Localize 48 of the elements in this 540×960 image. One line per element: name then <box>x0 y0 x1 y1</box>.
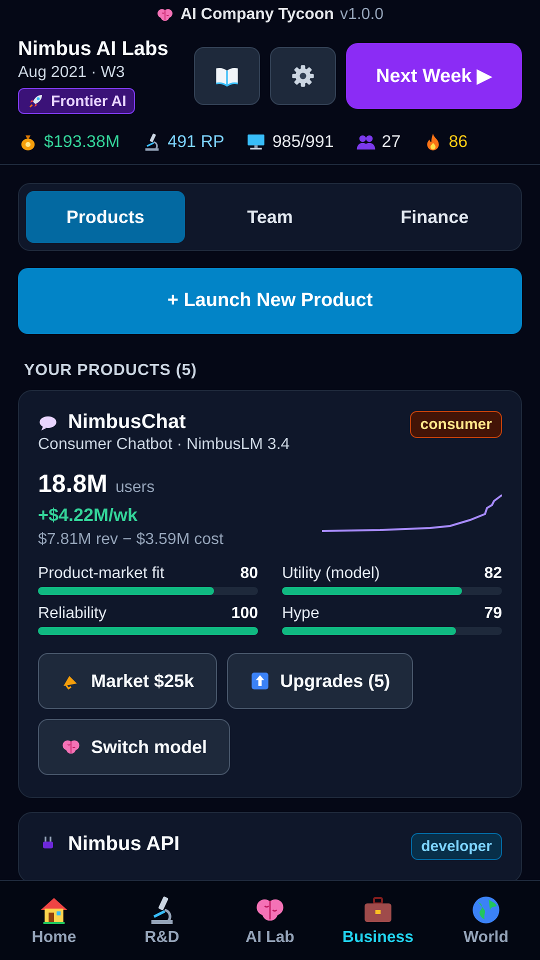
metric-value: 80 <box>240 565 258 583</box>
brain-icon <box>156 6 174 24</box>
game-date: Aug 2021 · W3 <box>18 64 125 82</box>
metric-label: Hype <box>282 605 320 623</box>
users-label: users <box>115 479 155 497</box>
weekly-profit: +$4.22M/wk <box>38 505 139 526</box>
app-title: AI Company Tycoon <box>180 6 334 24</box>
launch-product-button[interactable]: + Launch New Product <box>18 268 522 334</box>
product-subtitle: Consumer Chatbot · NimbusLM 3.4 <box>38 436 290 454</box>
globe-icon <box>470 894 502 926</box>
product-name: Nimbus API <box>68 833 180 856</box>
nav-item[interactable]: R&D <box>108 881 216 960</box>
rocket-icon <box>27 92 45 110</box>
company-name: Nimbus AI Labs <box>18 38 168 61</box>
metric-value: 100 <box>231 605 258 623</box>
revenue-breakdown: $7.81M rev − $3.59M cost <box>38 531 224 549</box>
category-tag: developer <box>411 833 502 860</box>
category-tag: consumer <box>410 411 502 438</box>
metric-label: Utility (model) <box>282 565 380 583</box>
app-version: v1.0.0 <box>340 6 384 24</box>
tab[interactable]: Finance <box>355 191 514 243</box>
settings-icon <box>290 63 316 89</box>
nav-item[interactable]: Home <box>0 881 108 960</box>
computer-icon <box>246 132 266 152</box>
stat-value: 491 RP <box>168 132 224 152</box>
section-heading: YOUR PRODUCTS (5) <box>24 362 198 380</box>
metric-label: Product-market fit <box>38 565 164 583</box>
nav-item[interactable]: World <box>432 881 540 960</box>
tier-badge: Frontier AI <box>18 88 136 114</box>
nav-item[interactable]: Business <box>324 881 432 960</box>
stat-value: 27 <box>382 132 401 152</box>
guide-button[interactable] <box>194 47 260 105</box>
user-count: 18.8M <box>38 470 108 499</box>
stat-value: $193.38M <box>44 132 120 152</box>
product-action-button[interactable]: Switch model <box>38 719 230 775</box>
tab[interactable]: Team <box>190 191 350 243</box>
next-week-button[interactable]: Next Week ▶ <box>346 43 522 109</box>
stat-value: 985/991 <box>272 132 334 152</box>
product-name: NimbusChat <box>68 411 186 434</box>
product-action-button[interactable]: Upgrades (5) <box>227 653 414 709</box>
product-action-button[interactable]: Market $25k <box>38 653 218 709</box>
metric-value: 82 <box>484 565 502 583</box>
settings-button[interactable] <box>270 47 336 105</box>
metric-value: 79 <box>484 605 502 623</box>
nav-item[interactable]: AI Lab <box>216 881 324 960</box>
tab[interactable]: Products <box>26 191 185 243</box>
stat-value: 86 <box>448 132 468 152</box>
metric-label: Reliability <box>38 605 106 623</box>
